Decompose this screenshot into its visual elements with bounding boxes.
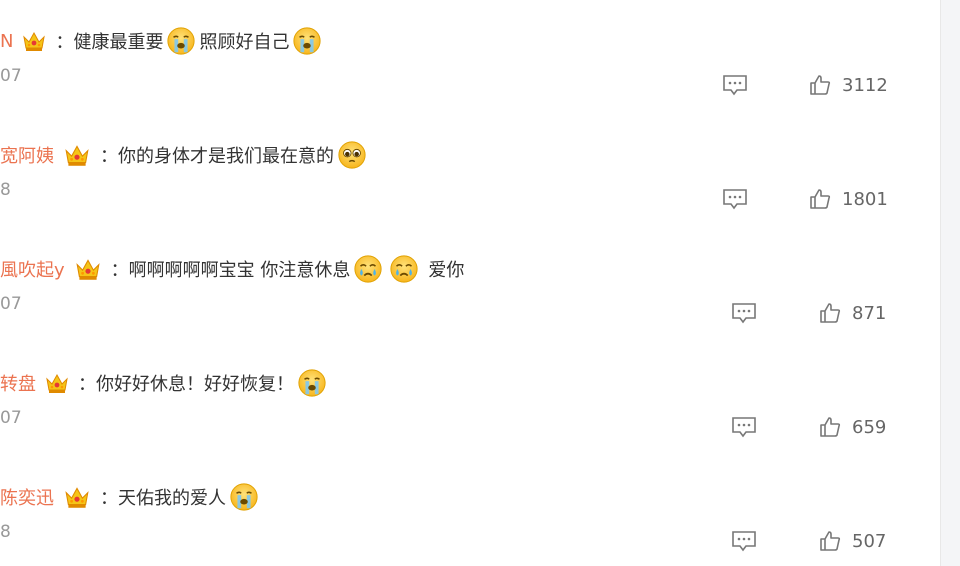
like-count: 507 [852, 530, 887, 552]
like-count: 659 [852, 416, 887, 438]
comment-time: 8 [0, 180, 11, 200]
crying-face-icon [229, 482, 259, 512]
reply-button[interactable] [731, 302, 757, 324]
thumbs-up-icon [810, 189, 831, 209]
comment-icon [732, 303, 756, 324]
sobbing-face-icon [389, 254, 419, 284]
comment-line: 转盘 ：你好好休息！好好恢复！ [0, 364, 330, 402]
reply-button[interactable] [722, 188, 748, 210]
comment-text: ：你的身体才是我们最在意的 [100, 146, 334, 167]
reply-button[interactable] [731, 416, 757, 438]
thumbs-up-icon [820, 531, 841, 551]
reply-button[interactable] [731, 530, 757, 552]
comment-icon [732, 531, 756, 552]
comment-line: 陈奕迅 ：天佑我的爱人 [0, 478, 262, 516]
comment-list: N ：健康最重要 照顾好自己 07 3112 宽阿姨 ：你的身体才是我们最在意的… [0, 0, 940, 566]
like-count: 3112 [842, 74, 888, 96]
comment-content: ：天佑我的爱人 [100, 482, 262, 512]
comment-username[interactable]: 陈奕迅 [0, 484, 54, 510]
comment-item: N ：健康最重要 照顾好自己 07 3112 [0, 0, 940, 114]
thumbs-up-icon [820, 303, 841, 323]
comment-content: ：啊啊啊啊啊宝宝 你注意休息 爱你 [110, 254, 465, 284]
crying-face-icon [292, 26, 322, 56]
crown-icon [21, 28, 47, 54]
like-button[interactable]: 871 [818, 299, 886, 327]
reply-button[interactable] [722, 74, 748, 96]
comment-username[interactable]: 風吹起y [0, 256, 65, 282]
like-button[interactable]: 3112 [808, 71, 888, 99]
comment-icon [732, 417, 756, 438]
crown-icon [62, 483, 92, 511]
comment-line: 宽阿姨 ：你的身体才是我们最在意的 [0, 136, 370, 174]
crying-face-icon [166, 26, 196, 56]
crown-icon [44, 370, 70, 396]
comment-time: 07 [0, 66, 22, 86]
comment-username[interactable]: 宽阿姨 [0, 142, 54, 168]
thumbs-up-icon [820, 417, 841, 437]
comment-content: ：你的身体才是我们最在意的 [100, 140, 370, 170]
comment-username[interactable]: N [0, 31, 13, 52]
comment-content: ：你好好休息！好好恢复！ [78, 368, 330, 398]
comment-time: 07 [0, 408, 22, 428]
like-count: 1801 [842, 188, 888, 210]
like-count: 871 [852, 302, 887, 324]
comment-text: 照顾好自己 [199, 32, 290, 53]
comment-item: 转盘 ：你好好休息！好好恢复！ 07 659 [0, 342, 940, 456]
like-button[interactable]: 1801 [808, 185, 888, 213]
comment-text: ：你好好休息！好好恢复！ [78, 374, 294, 395]
comment-time: 07 [0, 294, 22, 314]
pleading-face-icon [337, 140, 367, 170]
crown-icon [62, 141, 92, 169]
comment-text: ：天佑我的爱人 [100, 488, 226, 509]
comment-username[interactable]: 转盘 [0, 370, 36, 396]
comment-text: 爱你 [428, 260, 465, 281]
comment-item: 陈奕迅 ：天佑我的爱人 8 507 [0, 456, 940, 566]
like-button[interactable]: 507 [818, 527, 886, 555]
comment-icon [723, 75, 747, 96]
comment-line: 風吹起y ：啊啊啊啊啊宝宝 你注意休息 爱你 [0, 250, 464, 288]
comment-item: 宽阿姨 ：你的身体才是我们最在意的 8 1801 [0, 114, 940, 228]
comment-text: ：啊啊啊啊啊宝宝 你注意休息 [110, 260, 351, 281]
crown-icon [73, 255, 103, 283]
comment-content: ：健康最重要 照顾好自己 [55, 26, 325, 56]
comment-item: 風吹起y ：啊啊啊啊啊宝宝 你注意休息 爱你 07 871 [0, 228, 940, 342]
thumbs-up-icon [810, 75, 831, 95]
comment-line: N ：健康最重要 照顾好自己 [0, 22, 325, 60]
sobbing-face-icon [353, 254, 383, 284]
comment-icon [723, 189, 747, 210]
crying-face-icon [297, 368, 327, 398]
like-button[interactable]: 659 [818, 413, 886, 441]
comment-text: ：健康最重要 [55, 32, 164, 53]
comment-time: 8 [0, 522, 11, 542]
scrollbar[interactable] [940, 0, 960, 566]
